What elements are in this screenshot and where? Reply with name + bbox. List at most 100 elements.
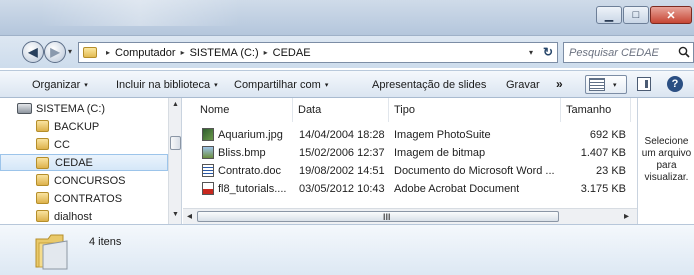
navigation-pane[interactable]: SISTEMA (C:) BACKUP CC CEDAE CONCURSOS C… [0, 98, 182, 224]
file-date: 19/08/2002 14:51 [299, 165, 385, 177]
nav-item-label: CONTRATOS [54, 192, 123, 205]
scroll-right-arrow[interactable]: ▸ [624, 211, 629, 222]
nav-item-backup[interactable]: BACKUP [0, 118, 168, 135]
breadcrumb-drive[interactable]: SISTEMA (C:) [190, 47, 259, 59]
column-header-type[interactable]: Tipo [389, 98, 561, 122]
details-pane: 4 itens [0, 224, 694, 275]
file-date: 03/05/2012 10:43 [299, 183, 385, 195]
recent-pages-dropdown[interactable]: ▾ [68, 47, 72, 56]
maximize-button[interactable]: □ [623, 6, 649, 24]
breadcrumb-separator[interactable]: ▸ [181, 48, 185, 57]
file-row[interactable]: fl8_tutorials.... 03/05/2012 10:43 Adobe… [183, 181, 637, 198]
preview-message: Selecione um arquivo para visualizar. [638, 136, 694, 184]
scroll-left-arrow[interactable]: ◂ [187, 211, 192, 222]
organize-button[interactable]: Organizar ▾ [32, 79, 88, 91]
nav-pane-scrollbar[interactable]: ▲ ▼ [168, 98, 181, 224]
nav-item-label: CC [54, 138, 70, 151]
folder-icon [36, 157, 49, 169]
pdf-icon [202, 182, 214, 195]
scroll-up-arrow[interactable]: ▲ [172, 101, 179, 108]
preview-line: Selecione [644, 136, 689, 147]
file-name: Aquarium.jpg [218, 129, 283, 141]
file-date: 14/04/2004 18:28 [299, 129, 385, 141]
image-icon [202, 128, 214, 141]
folder-icon [36, 120, 49, 132]
folder-icon [36, 138, 49, 150]
search-icon[interactable] [678, 46, 690, 58]
bitmap-icon [202, 146, 214, 159]
folder-icon [36, 192, 49, 204]
word-icon [202, 164, 214, 177]
breadcrumb-computer[interactable]: Computador [115, 47, 176, 59]
file-row[interactable]: Aquarium.jpg 14/04/2004 18:28 Imagem Pho… [183, 127, 637, 144]
folder-icon [36, 174, 49, 186]
title-bar-glow [40, 0, 240, 26]
chevron-down-icon: ▾ [214, 82, 218, 89]
file-type: Adobe Acrobat Document [394, 183, 520, 195]
file-name: Bliss.bmp [218, 147, 266, 159]
nav-item-label: CEDAE [55, 156, 93, 169]
folder-icon [36, 210, 49, 222]
address-row: ◀ ▶ ▾ ▸ Computador ▸ SISTEMA (C:) ▸ CEDA… [0, 36, 694, 68]
chevron-down-icon[interactable]: ▾ [613, 81, 617, 89]
organize-label: Organizar [32, 79, 81, 91]
nav-item-concursos[interactable]: CONCURSOS [0, 172, 168, 189]
search-input[interactable]: Pesquisar CEDAE [563, 42, 694, 63]
file-size: 1.407 KB [580, 147, 626, 159]
drive-icon [17, 103, 32, 114]
file-list[interactable]: Nome Data Tipo Tamanho Aquarium.jpg 14/0… [183, 98, 637, 224]
nav-item-dialhost[interactable]: dialhost [0, 208, 168, 224]
close-button[interactable]: ✕ [650, 6, 692, 24]
title-bar: ▁ □ ✕ [0, 0, 694, 36]
preview-pane: Selecione um arquivo para visualizar. [637, 98, 694, 224]
breadcrumb-separator[interactable]: ▸ [106, 48, 110, 57]
chevron-down-icon: ▾ [84, 82, 88, 89]
nav-item-label: BACKUP [54, 120, 100, 133]
minimize-button[interactable]: ▁ [596, 6, 622, 24]
folder-icon [83, 47, 97, 58]
breadcrumb-current-folder[interactable]: CEDAE [273, 47, 311, 59]
nav-item-cc[interactable]: CC [0, 136, 168, 153]
file-type: Imagem PhotoSuite [394, 129, 491, 141]
file-row[interactable]: Bliss.bmp 15/02/2006 12:37 Imagem de bit… [183, 145, 637, 162]
include-in-library-button[interactable]: Incluir na biblioteca ▾ [116, 79, 218, 91]
include-library-label: Incluir na biblioteca [116, 79, 211, 91]
forward-button[interactable]: ▶ [44, 41, 66, 63]
file-type: Imagem de bitmap [394, 147, 486, 159]
nav-item-label: dialhost [54, 210, 92, 223]
file-name: fl8_tutorials.... [218, 183, 287, 195]
back-button[interactable]: ◀ [22, 41, 44, 63]
file-size: 3.175 KB [580, 183, 626, 195]
scroll-down-arrow[interactable]: ▼ [172, 211, 179, 218]
slideshow-button[interactable]: Apresentação de slides [372, 79, 486, 91]
nav-item-contratos[interactable]: CONTRATOS [0, 190, 168, 207]
burn-button[interactable]: Gravar [506, 79, 540, 91]
scrollbar-thumb[interactable] [170, 136, 181, 150]
refresh-button[interactable]: ↻ [543, 45, 553, 59]
search-placeholder: Pesquisar CEDAE [569, 46, 659, 59]
more-commands-button[interactable]: » [556, 77, 563, 91]
file-date: 15/02/2006 12:37 [299, 147, 385, 159]
column-header-size[interactable]: Tamanho [561, 98, 631, 122]
column-header-date[interactable]: Data [293, 98, 389, 122]
preview-pane-button[interactable] [637, 77, 651, 91]
file-row[interactable]: Contrato.doc 19/08/2002 14:51 Documento … [183, 163, 637, 180]
help-button[interactable]: ? [667, 76, 683, 92]
share-label: Compartilhar com [234, 79, 321, 91]
command-bar: Organizar ▾ Incluir na biblioteca ▾ Compar… [0, 70, 694, 98]
chevron-down-icon: ▾ [324, 82, 329, 89]
nav-item-cedae[interactable]: CEDAE [0, 154, 168, 171]
scrollbar-thumb[interactable]: III [197, 211, 559, 222]
breadcrumb-separator[interactable]: ▸ [264, 48, 268, 57]
address-dropdown[interactable]: ▾ [529, 48, 533, 57]
file-size: 692 KB [589, 129, 626, 141]
column-header-name[interactable]: Nome [195, 98, 293, 122]
file-list-hscrollbar[interactable]: ◂ III ▸ [183, 208, 637, 224]
share-with-button[interactable]: Compartilhar com ▾ [234, 79, 328, 91]
address-bar[interactable]: ▸ Computador ▸ SISTEMA (C:) ▸ CEDAE ▾ ↻ [78, 42, 558, 63]
folder-icon [35, 234, 68, 270]
item-count: 4 itens [89, 236, 122, 248]
nav-item-drive-c[interactable]: SISTEMA (C:) [0, 100, 168, 117]
preview-line: um arquivo [641, 148, 692, 159]
change-view-button[interactable]: ▾ [585, 75, 627, 94]
